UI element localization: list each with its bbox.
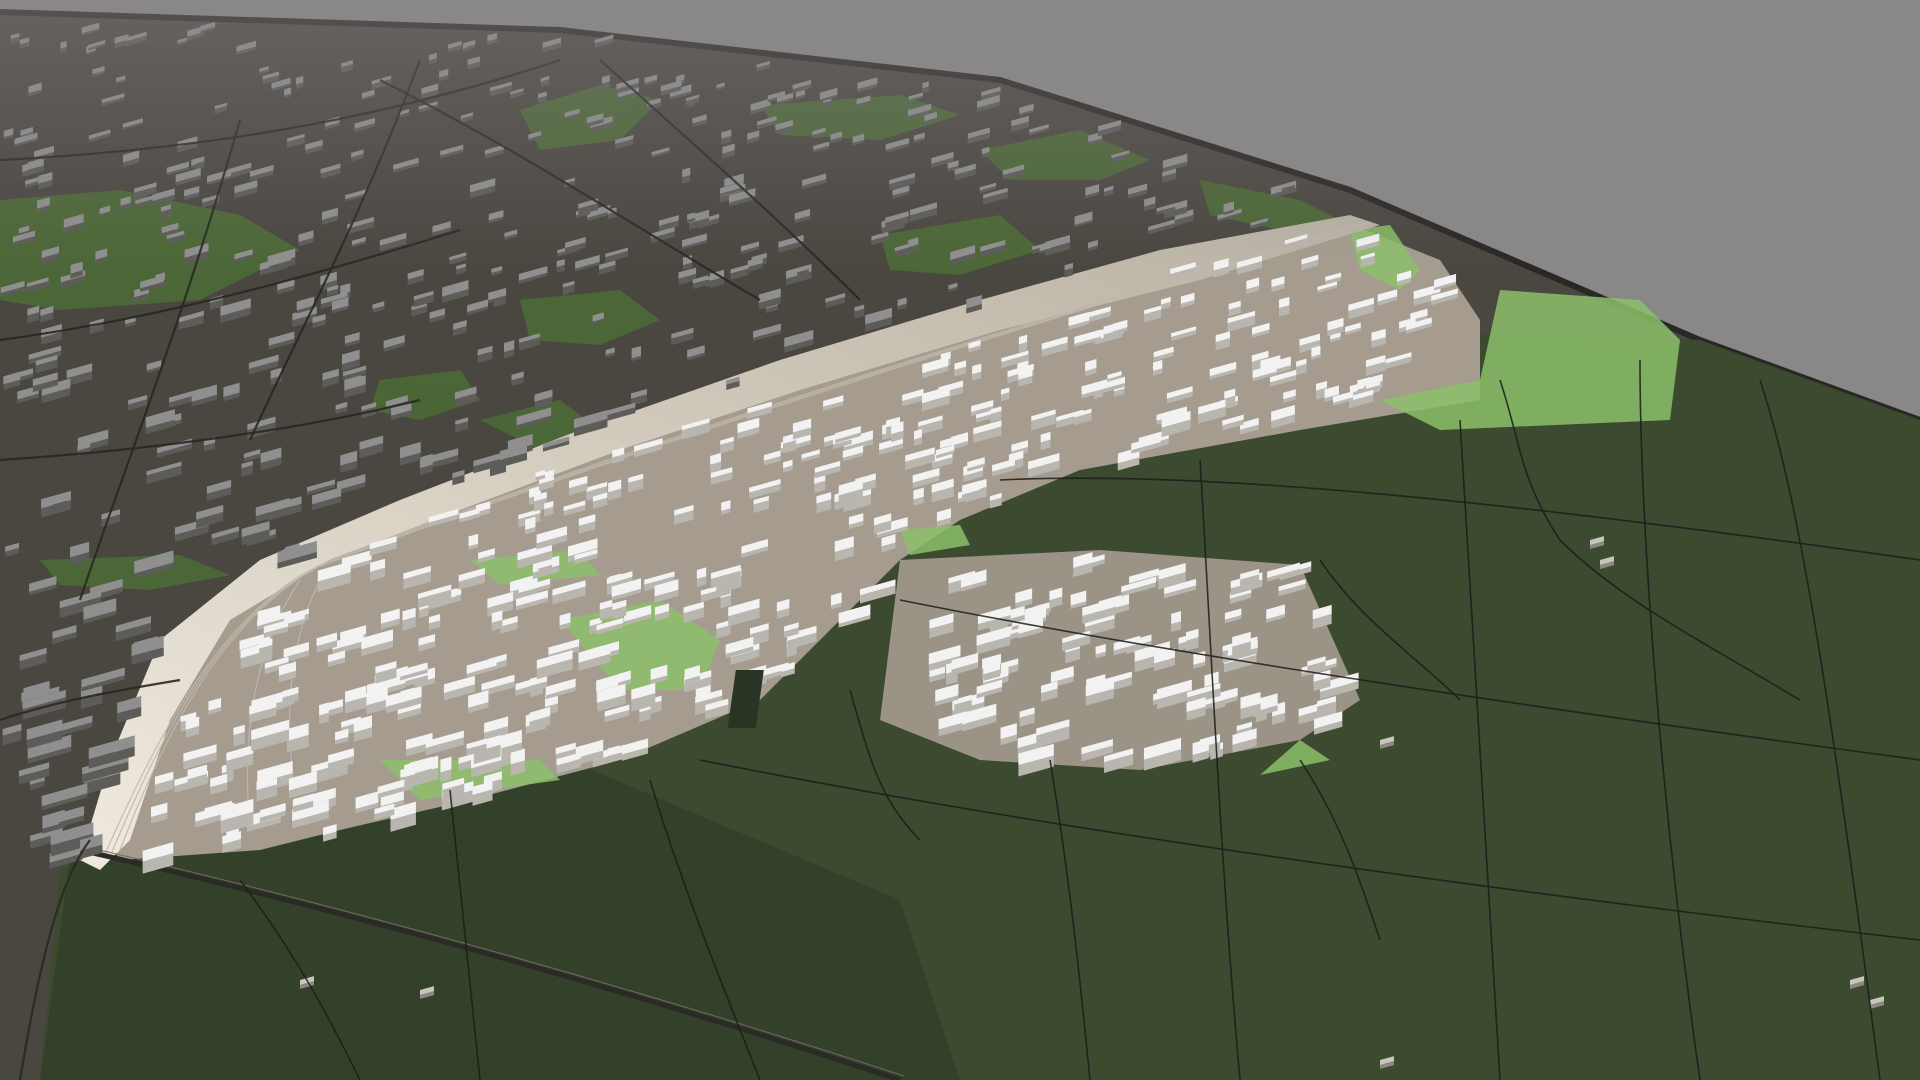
map-scene — [0, 0, 1920, 1080]
haze — [0, 0, 1920, 1080]
